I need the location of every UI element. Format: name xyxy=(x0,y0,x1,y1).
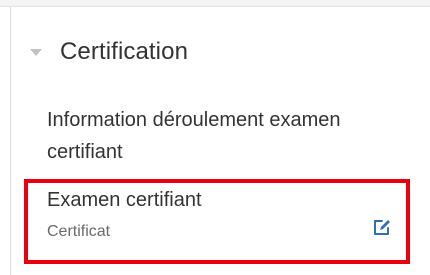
section-title: Certification xyxy=(60,38,189,65)
activity-link-examen[interactable]: Examen certifiant xyxy=(47,189,202,212)
section-header[interactable]: Certification xyxy=(28,30,188,74)
activity-link-information[interactable]: Information déroulement examen certifian… xyxy=(47,104,407,168)
page: Certification Information déroulement ex… xyxy=(0,0,430,275)
top-divider xyxy=(0,0,430,7)
caret-down-icon[interactable] xyxy=(30,48,42,56)
activity-subtitle: Certificat xyxy=(47,223,111,240)
edit-icon[interactable] xyxy=(372,217,392,237)
